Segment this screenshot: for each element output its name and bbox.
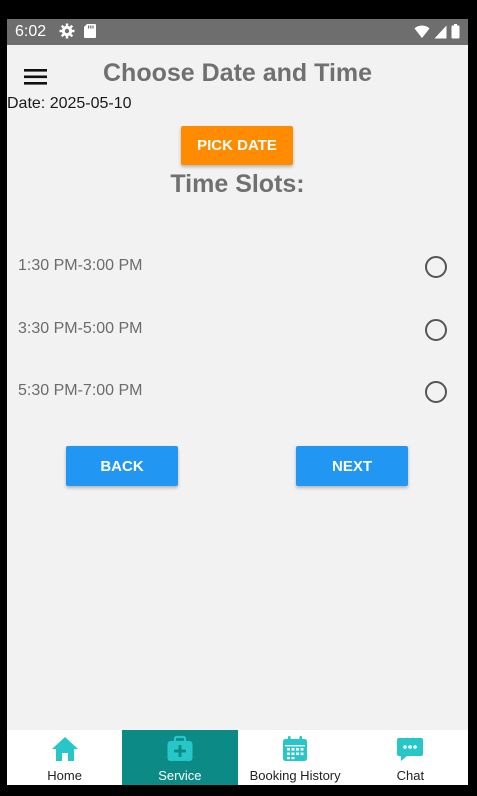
bottom-navigation: Home Service Booking History Chat	[7, 730, 468, 785]
nav-item-home[interactable]: Home	[7, 730, 122, 785]
radio-button[interactable]	[425, 381, 447, 403]
signal-icon	[434, 25, 447, 44]
back-button[interactable]: BACK	[66, 446, 178, 486]
battery-icon	[451, 24, 460, 44]
medical-kit-icon	[166, 735, 194, 763]
time-slot-option[interactable]: 3:30 PM-5:00 PM	[7, 306, 468, 354]
nav-label-home: Home	[47, 768, 82, 783]
time-slot-label: 3:30 PM-5:00 PM	[18, 320, 143, 337]
nav-item-booking-history[interactable]: Booking History	[238, 730, 353, 785]
status-icons-right	[414, 24, 460, 44]
calendar-icon	[281, 735, 309, 763]
time-slots-heading: Time Slots:	[170, 170, 305, 198]
time-slot-option[interactable]: 1:30 PM-3:00 PM	[7, 243, 468, 291]
radio-button[interactable]	[425, 319, 447, 341]
selected-date-label: Date: 2025-05-10	[7, 95, 132, 112]
app-screen: 6:02 Choose Date and Time Date: 2025-05-…	[7, 19, 468, 785]
nav-label-chat: Chat	[396, 768, 425, 783]
time-slot-label: 5:30 PM-7:00 PM	[18, 382, 143, 399]
nav-item-service[interactable]: Service	[122, 730, 238, 785]
sd-card-icon	[83, 23, 97, 44]
hamburger-menu-icon[interactable]	[23, 66, 49, 88]
nav-label-service: Service	[158, 768, 202, 783]
radio-button[interactable]	[425, 256, 447, 278]
chat-bubble-icon	[396, 735, 424, 763]
wifi-icon	[414, 25, 430, 44]
gear-icon	[59, 23, 75, 44]
nav-label-booking-history: Booking History	[249, 768, 341, 783]
nav-item-chat[interactable]: Chat	[353, 730, 468, 785]
time-slot-option[interactable]: 5:30 PM-7:00 PM	[7, 368, 468, 416]
pick-date-button[interactable]: PICK DATE	[181, 126, 293, 165]
status-icons-left	[59, 23, 97, 44]
time-slot-label: 1:30 PM-3:00 PM	[18, 257, 143, 274]
status-time: 6:02	[15, 23, 47, 40]
home-icon	[51, 735, 79, 763]
next-button[interactable]: NEXT	[296, 446, 408, 486]
status-bar: 6:02	[7, 19, 468, 45]
page-title: Choose Date and Time	[103, 59, 373, 87]
